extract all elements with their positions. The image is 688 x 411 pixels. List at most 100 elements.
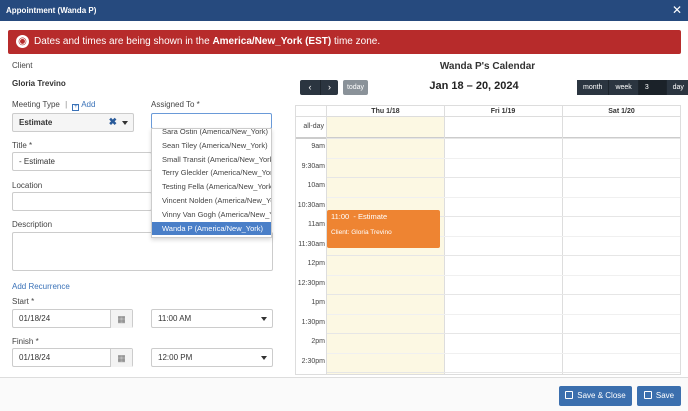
time-label: 10:30am	[297, 201, 325, 209]
banner-text-after: time zone.	[331, 36, 381, 47]
window-titlebar: Appointment (Wanda P) ✕	[0, 0, 688, 21]
start-time-value: 11:00 AM	[158, 314, 192, 323]
time-slot-line	[327, 255, 680, 256]
banner-text-before: Dates and times are being shown in the	[34, 36, 213, 47]
time-label: 1pm	[311, 299, 325, 306]
plus-square-icon: +	[72, 104, 80, 111]
time-slot-line	[327, 294, 680, 295]
save-icon	[643, 391, 652, 399]
calendar-title: Wanda P's Calendar	[439, 61, 536, 72]
event-name: - Estimate	[353, 212, 388, 221]
globe-icon: ◉	[16, 35, 29, 48]
close-icon[interactable]: ✕	[672, 0, 682, 21]
save-icon	[565, 391, 574, 399]
calendar-day-header: Thu 1/18 Fri 1/19 Sat 1/20	[296, 106, 680, 117]
assignee-option[interactable]: Vinny Van Gogh (America/New_York)	[152, 208, 271, 222]
time-slot-line	[327, 313, 680, 315]
finish-date-input[interactable]: 01/18/24 ▦	[12, 348, 133, 367]
assignee-option[interactable]: Vincent Nolden (America/New_York)	[152, 194, 271, 208]
separator: |	[65, 100, 68, 109]
time-label: 9am	[311, 143, 325, 150]
window-title: Appointment (Wanda P)	[6, 6, 97, 15]
grid-line	[444, 106, 445, 374]
prev-button[interactable]: ‹	[300, 80, 320, 95]
assigned-to-label: Assigned To *	[151, 100, 200, 109]
add-meeting-type-link[interactable]: + Add	[72, 100, 96, 111]
grid-line	[562, 106, 563, 374]
view-3days-button[interactable]: 3 days	[638, 80, 667, 106]
start-time-select[interactable]: 11:00 AM	[151, 309, 273, 328]
assignee-option[interactable]: Testing Fella (America/New_York)	[152, 180, 271, 194]
assignee-option[interactable]: Sean Tiley (America/New_York)	[152, 139, 271, 153]
title-input[interactable]: - Estimate	[12, 152, 152, 171]
time-slot-line	[327, 333, 680, 334]
meeting-type-value: Estimate	[19, 118, 53, 127]
time-label: 12:30pm	[297, 279, 325, 287]
day-header: Thu 1/18	[371, 108, 400, 115]
day-header: Fri 1/19	[490, 108, 516, 115]
finish-date-value: 01/18/24	[19, 353, 51, 362]
save-button[interactable]: Save	[637, 386, 681, 406]
time-label: 11:30am	[298, 240, 325, 248]
time-slot-line	[327, 196, 680, 198]
calendar-icon[interactable]: ▦	[110, 310, 132, 328]
time-label: 2pm	[311, 338, 325, 345]
save-label: Save	[655, 391, 675, 400]
time-slot-line	[327, 352, 680, 354]
client-value: Gloria Trevino	[12, 79, 66, 88]
assignee-option[interactable]: Small Transit (America/New_York)	[152, 153, 271, 167]
meeting-type-select[interactable]: Estimate ✖	[12, 113, 134, 132]
view-week-button[interactable]: week	[609, 80, 639, 95]
event-client: Client: Gloria Trevino	[331, 229, 392, 236]
clear-icon[interactable]: ✖	[109, 114, 117, 132]
day-header: Sat 1/20	[608, 108, 635, 115]
time-slot-line	[327, 138, 680, 139]
add-recurrence-link[interactable]: Add Recurrence	[12, 282, 70, 291]
description-label: Description	[12, 220, 53, 229]
time-label: 10am	[307, 182, 325, 189]
start-label: Start *	[12, 297, 35, 306]
calendar-icon[interactable]: ▦	[110, 349, 132, 367]
today-button[interactable]: today	[343, 80, 368, 95]
view-switcher: month week 3 days day	[577, 80, 688, 106]
event-time: 11:00	[331, 212, 350, 221]
finish-time-select[interactable]: 12:00 PM	[151, 348, 273, 367]
allday-row[interactable]: all-day	[296, 117, 680, 139]
calendar-event[interactable]: 11:00 - Estimate Client: Gloria Trevino	[327, 210, 440, 248]
time-slot-line	[327, 372, 680, 373]
next-button[interactable]: ›	[320, 80, 338, 95]
chevron-down-icon	[122, 121, 128, 125]
time-label: 12pm	[307, 260, 325, 267]
chevron-down-icon	[261, 317, 267, 321]
title-label: Title *	[12, 141, 33, 150]
location-label: Location	[12, 181, 43, 190]
meeting-type-label-text: Meeting Type	[12, 100, 60, 109]
client-label: Client	[12, 61, 33, 70]
meeting-type-label: Meeting Type | + Add	[12, 100, 95, 111]
view-day-button[interactable]: day	[666, 80, 688, 95]
assigned-to-input[interactable]	[151, 113, 272, 129]
timezone-banner: ◉ Dates and times are being shown in the…	[8, 30, 681, 54]
save-close-label: Save & Close	[577, 391, 626, 400]
start-date-value: 01/18/24	[19, 314, 51, 323]
add-label: Add	[81, 100, 96, 109]
event-title: 11:00 - Estimate	[331, 212, 436, 221]
finish-label: Finish *	[12, 337, 39, 346]
assignee-option[interactable]: Terry Gleckler (America/New_York)	[152, 166, 271, 180]
chevron-down-icon	[261, 356, 267, 360]
assignee-option[interactable]: Sara Ostin (America/New_York)	[152, 129, 271, 139]
start-date-input[interactable]: 01/18/24 ▦	[12, 309, 133, 328]
assignee-dropdown: Sara Ostin (America/New_York) Sean Tiley…	[151, 128, 272, 238]
date-range: Jan 18 – 20, 2024	[429, 80, 519, 92]
save-close-button[interactable]: Save & Close	[559, 386, 632, 406]
time-label: 2:30pm	[301, 357, 325, 365]
location-input[interactable]	[12, 192, 152, 211]
assignee-option-selected[interactable]: Wanda P (America/New_York)	[152, 221, 271, 236]
time-label: 1:30pm	[301, 318, 325, 326]
time-slot-line	[327, 177, 680, 178]
time-slot-line	[327, 157, 680, 159]
view-month-button[interactable]: month	[577, 80, 610, 95]
banner-timezone: America/New_York (EST)	[212, 36, 332, 47]
finish-time-value: 12:00 PM	[158, 353, 193, 362]
allday-label: all-day	[303, 123, 324, 130]
